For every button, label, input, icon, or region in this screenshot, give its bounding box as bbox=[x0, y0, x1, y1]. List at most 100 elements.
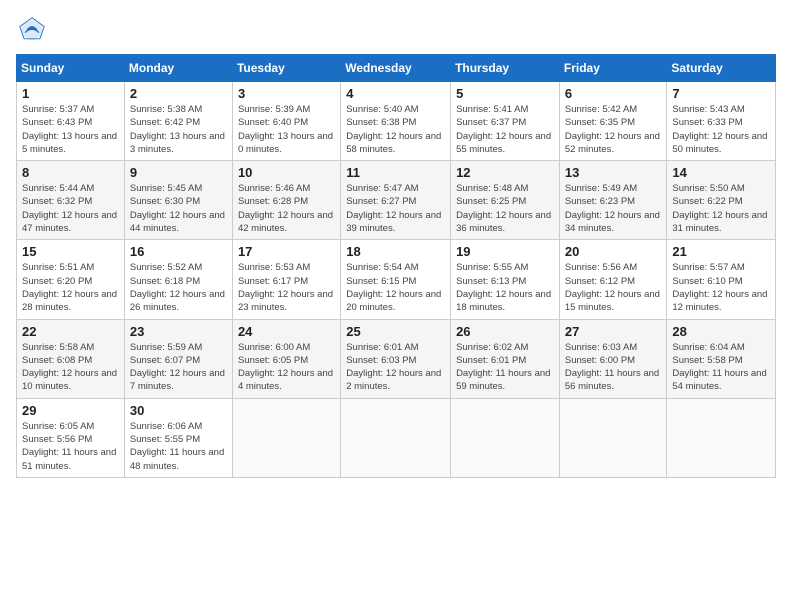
col-wednesday: Wednesday bbox=[341, 55, 451, 82]
day-detail: Sunrise: 5:42 AM Sunset: 6:35 PM Dayligh… bbox=[565, 103, 662, 156]
day-detail: Sunrise: 6:05 AM Sunset: 5:56 PM Dayligh… bbox=[22, 420, 119, 473]
calendar-cell: 8 Sunrise: 5:44 AM Sunset: 6:32 PM Dayli… bbox=[17, 161, 125, 240]
day-number: 11 bbox=[346, 165, 445, 180]
col-monday: Monday bbox=[124, 55, 232, 82]
day-detail: Sunrise: 5:39 AM Sunset: 6:40 PM Dayligh… bbox=[238, 103, 335, 156]
day-number: 28 bbox=[672, 324, 770, 339]
day-detail: Sunrise: 5:48 AM Sunset: 6:25 PM Dayligh… bbox=[456, 182, 554, 235]
col-thursday: Thursday bbox=[451, 55, 560, 82]
day-detail: Sunrise: 5:53 AM Sunset: 6:17 PM Dayligh… bbox=[238, 261, 335, 314]
calendar-cell: 3 Sunrise: 5:39 AM Sunset: 6:40 PM Dayli… bbox=[232, 82, 340, 161]
day-detail: Sunrise: 5:56 AM Sunset: 6:12 PM Dayligh… bbox=[565, 261, 662, 314]
day-number: 18 bbox=[346, 244, 445, 259]
day-number: 8 bbox=[22, 165, 119, 180]
day-detail: Sunrise: 5:54 AM Sunset: 6:15 PM Dayligh… bbox=[346, 261, 445, 314]
logo bbox=[16, 16, 46, 44]
day-number: 27 bbox=[565, 324, 662, 339]
day-number: 5 bbox=[456, 86, 554, 101]
calendar-cell: 14 Sunrise: 5:50 AM Sunset: 6:22 PM Dayl… bbox=[667, 161, 776, 240]
calendar-cell bbox=[232, 398, 340, 477]
logo-icon bbox=[18, 16, 46, 44]
week-row-1: 1 Sunrise: 5:37 AM Sunset: 6:43 PM Dayli… bbox=[17, 82, 776, 161]
day-number: 17 bbox=[238, 244, 335, 259]
day-number: 10 bbox=[238, 165, 335, 180]
calendar-table: Sunday Monday Tuesday Wednesday Thursday… bbox=[16, 54, 776, 478]
calendar-cell: 24 Sunrise: 6:00 AM Sunset: 6:05 PM Dayl… bbox=[232, 319, 340, 398]
calendar-cell: 22 Sunrise: 5:58 AM Sunset: 6:08 PM Dayl… bbox=[17, 319, 125, 398]
day-number: 2 bbox=[130, 86, 227, 101]
day-number: 4 bbox=[346, 86, 445, 101]
calendar-cell: 23 Sunrise: 5:59 AM Sunset: 6:07 PM Dayl… bbox=[124, 319, 232, 398]
col-sunday: Sunday bbox=[17, 55, 125, 82]
day-detail: Sunrise: 5:41 AM Sunset: 6:37 PM Dayligh… bbox=[456, 103, 554, 156]
calendar-cell: 11 Sunrise: 5:47 AM Sunset: 6:27 PM Dayl… bbox=[341, 161, 451, 240]
calendar-cell: 10 Sunrise: 5:46 AM Sunset: 6:28 PM Dayl… bbox=[232, 161, 340, 240]
day-detail: Sunrise: 5:50 AM Sunset: 6:22 PM Dayligh… bbox=[672, 182, 770, 235]
calendar-cell: 7 Sunrise: 5:43 AM Sunset: 6:33 PM Dayli… bbox=[667, 82, 776, 161]
calendar-cell: 16 Sunrise: 5:52 AM Sunset: 6:18 PM Dayl… bbox=[124, 240, 232, 319]
day-detail: Sunrise: 5:47 AM Sunset: 6:27 PM Dayligh… bbox=[346, 182, 445, 235]
day-detail: Sunrise: 6:03 AM Sunset: 6:00 PM Dayligh… bbox=[565, 341, 662, 394]
calendar-cell: 9 Sunrise: 5:45 AM Sunset: 6:30 PM Dayli… bbox=[124, 161, 232, 240]
week-row-3: 15 Sunrise: 5:51 AM Sunset: 6:20 PM Dayl… bbox=[17, 240, 776, 319]
day-number: 30 bbox=[130, 403, 227, 418]
page-header bbox=[16, 16, 776, 44]
day-detail: Sunrise: 5:44 AM Sunset: 6:32 PM Dayligh… bbox=[22, 182, 119, 235]
day-detail: Sunrise: 5:46 AM Sunset: 6:28 PM Dayligh… bbox=[238, 182, 335, 235]
calendar-cell: 26 Sunrise: 6:02 AM Sunset: 6:01 PM Dayl… bbox=[451, 319, 560, 398]
day-detail: Sunrise: 5:49 AM Sunset: 6:23 PM Dayligh… bbox=[565, 182, 662, 235]
calendar-cell: 5 Sunrise: 5:41 AM Sunset: 6:37 PM Dayli… bbox=[451, 82, 560, 161]
day-number: 19 bbox=[456, 244, 554, 259]
col-tuesday: Tuesday bbox=[232, 55, 340, 82]
day-detail: Sunrise: 6:04 AM Sunset: 5:58 PM Dayligh… bbox=[672, 341, 770, 394]
calendar-cell: 28 Sunrise: 6:04 AM Sunset: 5:58 PM Dayl… bbox=[667, 319, 776, 398]
day-detail: Sunrise: 6:00 AM Sunset: 6:05 PM Dayligh… bbox=[238, 341, 335, 394]
calendar-cell: 20 Sunrise: 5:56 AM Sunset: 6:12 PM Dayl… bbox=[559, 240, 667, 319]
calendar-cell: 29 Sunrise: 6:05 AM Sunset: 5:56 PM Dayl… bbox=[17, 398, 125, 477]
day-detail: Sunrise: 5:37 AM Sunset: 6:43 PM Dayligh… bbox=[22, 103, 119, 156]
calendar-cell: 4 Sunrise: 5:40 AM Sunset: 6:38 PM Dayli… bbox=[341, 82, 451, 161]
week-row-2: 8 Sunrise: 5:44 AM Sunset: 6:32 PM Dayli… bbox=[17, 161, 776, 240]
day-detail: Sunrise: 6:01 AM Sunset: 6:03 PM Dayligh… bbox=[346, 341, 445, 394]
day-number: 29 bbox=[22, 403, 119, 418]
calendar-body: 1 Sunrise: 5:37 AM Sunset: 6:43 PM Dayli… bbox=[17, 82, 776, 478]
day-number: 25 bbox=[346, 324, 445, 339]
calendar-cell: 25 Sunrise: 6:01 AM Sunset: 6:03 PM Dayl… bbox=[341, 319, 451, 398]
day-detail: Sunrise: 5:55 AM Sunset: 6:13 PM Dayligh… bbox=[456, 261, 554, 314]
day-number: 21 bbox=[672, 244, 770, 259]
day-detail: Sunrise: 6:06 AM Sunset: 5:55 PM Dayligh… bbox=[130, 420, 227, 473]
day-number: 20 bbox=[565, 244, 662, 259]
day-number: 14 bbox=[672, 165, 770, 180]
day-number: 26 bbox=[456, 324, 554, 339]
col-friday: Friday bbox=[559, 55, 667, 82]
day-number: 7 bbox=[672, 86, 770, 101]
day-number: 22 bbox=[22, 324, 119, 339]
day-number: 9 bbox=[130, 165, 227, 180]
day-number: 24 bbox=[238, 324, 335, 339]
day-detail: Sunrise: 6:02 AM Sunset: 6:01 PM Dayligh… bbox=[456, 341, 554, 394]
day-detail: Sunrise: 5:59 AM Sunset: 6:07 PM Dayligh… bbox=[130, 341, 227, 394]
day-detail: Sunrise: 5:51 AM Sunset: 6:20 PM Dayligh… bbox=[22, 261, 119, 314]
calendar-cell: 1 Sunrise: 5:37 AM Sunset: 6:43 PM Dayli… bbox=[17, 82, 125, 161]
calendar-cell: 6 Sunrise: 5:42 AM Sunset: 6:35 PM Dayli… bbox=[559, 82, 667, 161]
calendar-cell: 13 Sunrise: 5:49 AM Sunset: 6:23 PM Dayl… bbox=[559, 161, 667, 240]
calendar-header: Sunday Monday Tuesday Wednesday Thursday… bbox=[17, 55, 776, 82]
day-number: 3 bbox=[238, 86, 335, 101]
day-number: 1 bbox=[22, 86, 119, 101]
day-number: 6 bbox=[565, 86, 662, 101]
day-detail: Sunrise: 5:45 AM Sunset: 6:30 PM Dayligh… bbox=[130, 182, 227, 235]
day-number: 13 bbox=[565, 165, 662, 180]
week-row-5: 29 Sunrise: 6:05 AM Sunset: 5:56 PM Dayl… bbox=[17, 398, 776, 477]
calendar-cell: 19 Sunrise: 5:55 AM Sunset: 6:13 PM Dayl… bbox=[451, 240, 560, 319]
day-detail: Sunrise: 5:57 AM Sunset: 6:10 PM Dayligh… bbox=[672, 261, 770, 314]
calendar-cell: 2 Sunrise: 5:38 AM Sunset: 6:42 PM Dayli… bbox=[124, 82, 232, 161]
day-number: 12 bbox=[456, 165, 554, 180]
calendar-cell: 21 Sunrise: 5:57 AM Sunset: 6:10 PM Dayl… bbox=[667, 240, 776, 319]
calendar-cell bbox=[667, 398, 776, 477]
calendar-cell: 12 Sunrise: 5:48 AM Sunset: 6:25 PM Dayl… bbox=[451, 161, 560, 240]
calendar-cell bbox=[451, 398, 560, 477]
day-number: 23 bbox=[130, 324, 227, 339]
calendar-cell: 17 Sunrise: 5:53 AM Sunset: 6:17 PM Dayl… bbox=[232, 240, 340, 319]
calendar-cell: 18 Sunrise: 5:54 AM Sunset: 6:15 PM Dayl… bbox=[341, 240, 451, 319]
day-detail: Sunrise: 5:52 AM Sunset: 6:18 PM Dayligh… bbox=[130, 261, 227, 314]
